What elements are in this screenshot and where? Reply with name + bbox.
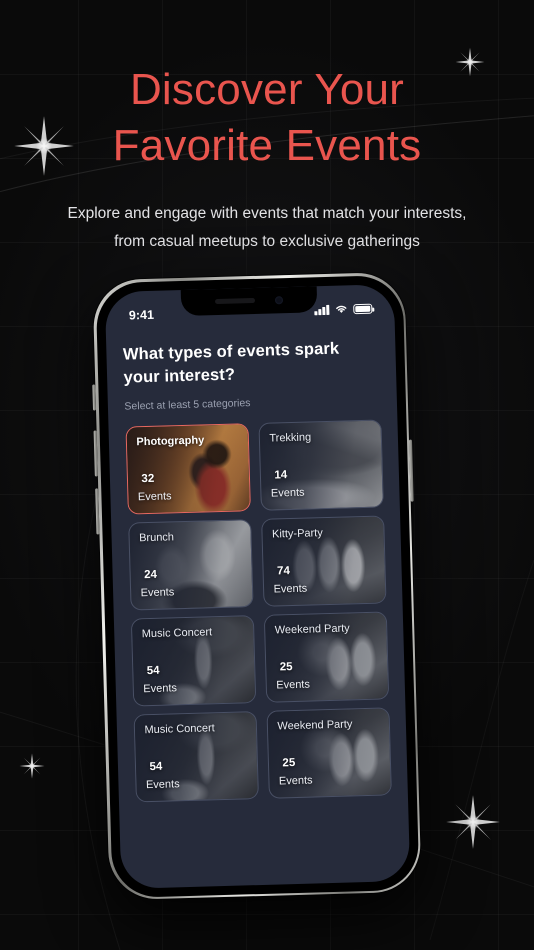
phone-mockup: 9:41 What types of events spark your int… — [92, 271, 422, 901]
silent-switch[interactable] — [92, 384, 97, 411]
category-card-kitty-party[interactable]: Kitty-Party 74 Events — [260, 514, 387, 607]
title-line-1: Discover Your — [129, 65, 405, 114]
category-label: Photography — [136, 433, 205, 448]
cellular-bars-icon — [314, 304, 329, 315]
category-label: Weekend Party — [277, 717, 353, 732]
page-subtitle: Explore and engage with events that matc… — [0, 200, 534, 256]
earpiece-speaker-icon — [214, 297, 256, 305]
category-label: Kitty-Party — [271, 526, 323, 541]
category-card-brunch[interactable]: Brunch 24 Events — [127, 518, 254, 611]
category-event-unit: Events — [278, 774, 313, 787]
app-heading: What types of events spark your interest… — [122, 339, 340, 387]
volume-up-button[interactable] — [93, 430, 98, 477]
sparkle-icon — [445, 794, 501, 850]
category-card-trekking[interactable]: Trekking 14 Events — [257, 418, 384, 511]
category-card-music-concert[interactable]: Music Concert 54 Events — [133, 710, 259, 802]
status-icons — [314, 303, 372, 316]
phone-frame: 9:41 What types of events spark your int… — [92, 271, 422, 901]
category-card-grid: Photography 32 Events Trekking 14 Events Brunc… — [124, 418, 392, 802]
category-label: Brunch — [138, 530, 175, 544]
category-label: Music Concert — [144, 721, 215, 736]
battery-full-icon — [352, 303, 372, 314]
power-button[interactable] — [408, 439, 414, 502]
category-card-music-concert[interactable]: Music Concert 54 Events — [130, 614, 256, 707]
category-event-unit: Events — [145, 777, 180, 791]
app-content: What types of events spark your interest… — [104, 284, 410, 889]
category-event-unit: Events — [270, 486, 305, 500]
category-event-count: 14 — [274, 468, 288, 481]
front-camera-icon — [274, 295, 284, 304]
category-event-unit: Events — [276, 678, 311, 691]
category-event-unit: Events — [137, 489, 172, 503]
subtitle-line-1: Explore and engage with events that matc… — [67, 205, 467, 222]
category-card-weekend-party[interactable]: Weekend Party 25 Events — [265, 706, 392, 799]
volume-down-button[interactable] — [95, 488, 100, 535]
category-event-count: 25 — [279, 660, 293, 673]
promo-screenshot: Discover Your Favorite Events Explore an… — [0, 0, 534, 950]
category-label: Music Concert — [141, 625, 213, 640]
app-subtext: Select at least 5 categories — [124, 396, 251, 413]
category-event-unit: Events — [143, 681, 178, 695]
phone-screen: 9:41 What types of events spark your int… — [104, 283, 410, 889]
subtitle-line-2: from casual meetups to exclusive gatheri… — [114, 233, 420, 250]
category-event-count: 54 — [146, 664, 160, 677]
page-title: Discover Your Favorite Events — [0, 62, 534, 174]
category-card-photography[interactable]: Photography 32 Events — [124, 422, 251, 515]
category-event-count: 54 — [149, 760, 163, 773]
hero-section: Discover Your Favorite Events Explore an… — [0, 62, 534, 256]
category-label: Trekking — [269, 430, 312, 445]
title-line-2: Favorite Events — [112, 121, 422, 170]
category-event-count: 25 — [282, 756, 296, 769]
category-event-count: 24 — [143, 568, 158, 581]
status-time: 9:41 — [128, 307, 155, 322]
category-event-unit: Events — [140, 585, 175, 599]
category-event-count: 74 — [276, 564, 291, 577]
category-label: Weekend Party — [274, 621, 350, 637]
wifi-icon — [335, 305, 346, 313]
sparkle-icon — [19, 753, 45, 779]
category-event-count: 32 — [141, 472, 155, 485]
category-event-unit: Events — [273, 582, 308, 596]
category-card-weekend-party[interactable]: Weekend Party 25 Events — [263, 610, 389, 703]
phone-body: 9:41 What types of events spark your int… — [94, 274, 420, 898]
phone-notch — [180, 285, 318, 316]
